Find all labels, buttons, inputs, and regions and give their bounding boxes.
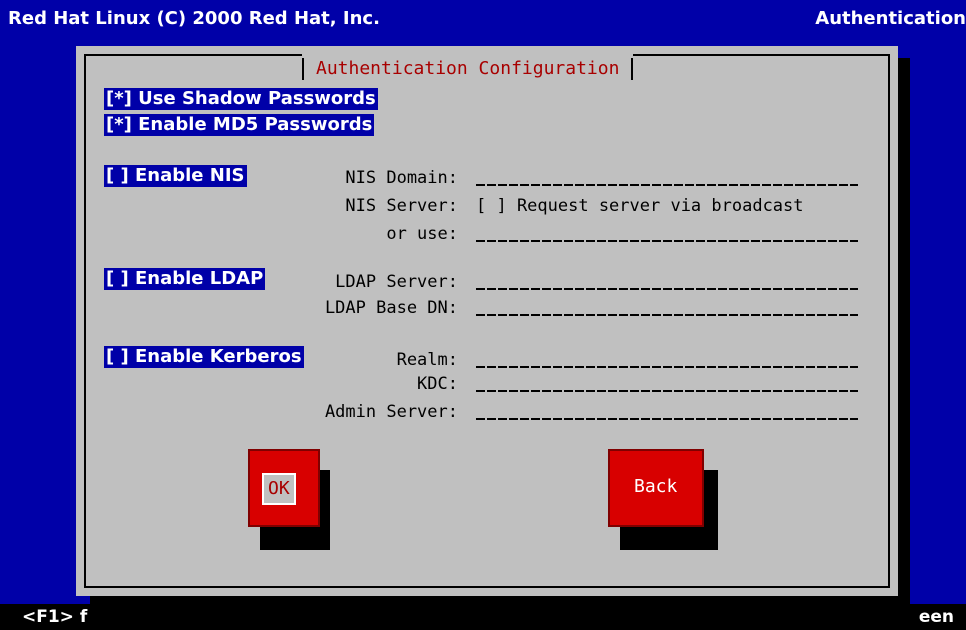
kerberos-admin-field[interactable] [476,418,858,420]
nis-domain-field[interactable] [476,184,858,186]
nis-or-use-label: or use: [386,224,458,244]
help-hint-right: een [918,607,954,627]
ok-button[interactable]: OK [248,449,320,527]
screen-title: Authentication [815,8,966,29]
kerberos-realm-label: Realm: [396,350,458,370]
dialog-title: Authentication Configuration [302,54,634,84]
top-bar: Red Hat Linux (C) 2000 Red Hat, Inc. Aut… [0,0,966,36]
kerberos-realm-field[interactable] [476,366,858,368]
auth-config-dialog: Authentication Configuration [*] Use Sha… [76,46,898,596]
kerberos-admin-label: Admin Server: [324,402,458,422]
nis-server-field[interactable] [476,240,858,242]
nis-server-label: NIS Server: [345,196,458,216]
ldap-server-label: LDAP Server: [335,272,458,292]
back-button[interactable]: Back [608,449,704,527]
ldap-base-dn-label: LDAP Base DN: [324,298,458,318]
ldap-server-field[interactable] [476,288,858,290]
enable-ldap-checkbox[interactable]: [ ] Enable LDAP [104,268,266,290]
enable-nis-checkbox[interactable]: [ ] Enable NIS [104,165,247,187]
nis-domain-label: NIS Domain: [345,168,458,188]
ldap-base-dn-field[interactable] [476,314,858,316]
copyright-text: Red Hat Linux (C) 2000 Red Hat, Inc. [8,8,380,29]
ok-button-label: OK [262,473,296,505]
help-hint-text: <F1> f [22,607,88,627]
nis-broadcast-checkbox[interactable]: [ ] Request server via broadcast [476,195,804,217]
bottom-help-bar: <F1> f een [0,604,966,630]
kerberos-kdc-field[interactable] [476,390,858,392]
enable-kerberos-checkbox[interactable]: [ ] Enable Kerberos [104,346,304,368]
back-button-label: Back [634,476,678,497]
md5-passwords-checkbox[interactable]: [*] Enable MD5 Passwords [104,114,375,136]
kerberos-kdc-label: KDC: [417,374,458,394]
shadow-passwords-checkbox[interactable]: [*] Use Shadow Passwords [104,88,378,110]
